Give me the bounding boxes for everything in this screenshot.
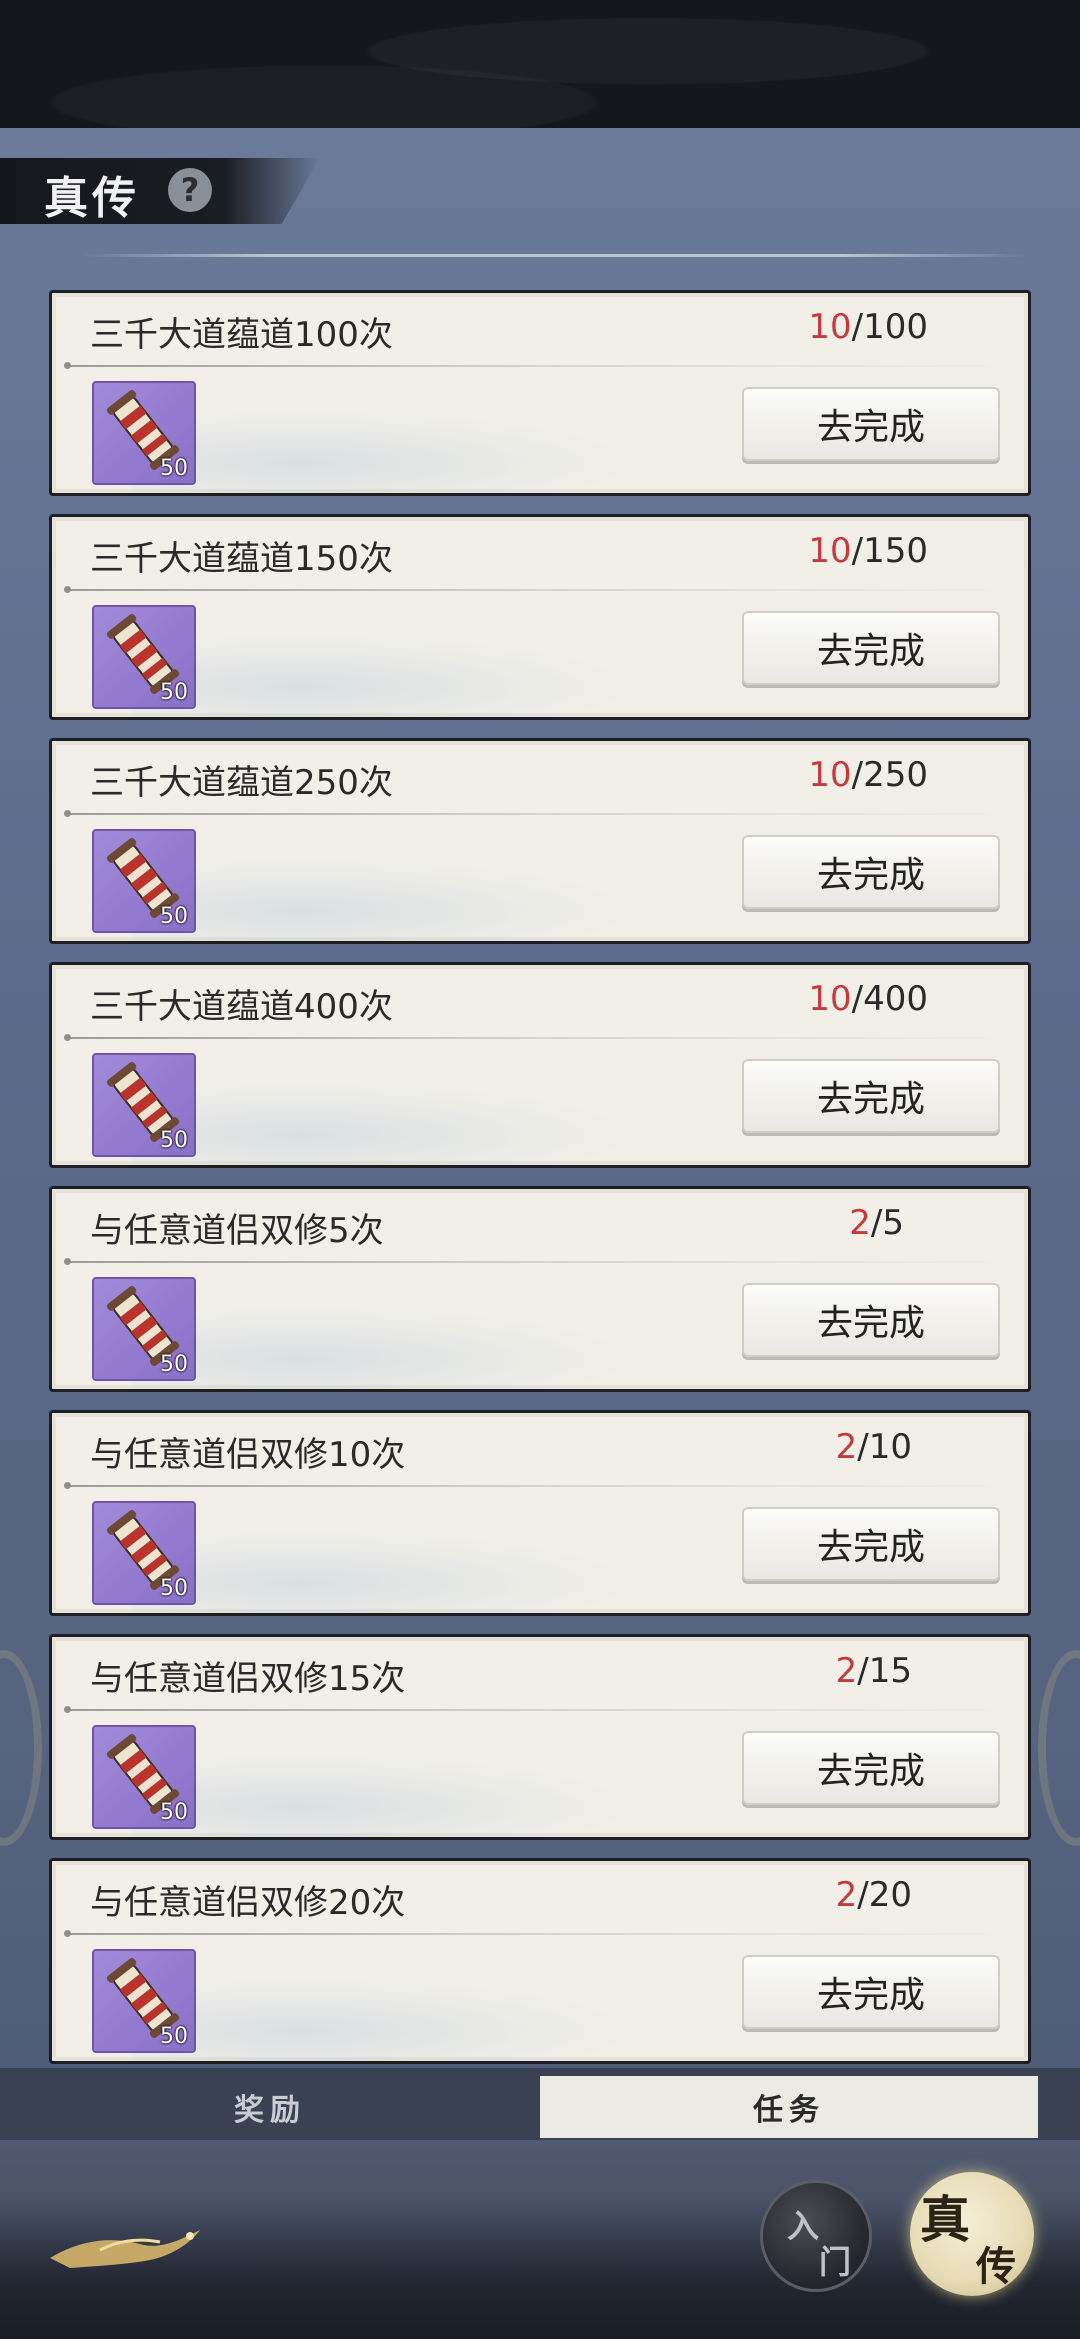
go-complete-button[interactable]: 去完成 bbox=[742, 1059, 1000, 1133]
item-count: 50 bbox=[160, 680, 188, 705]
card-divider bbox=[64, 1482, 1016, 1489]
page-title: 真传 bbox=[44, 173, 140, 224]
reward-item[interactable]: 50 bbox=[92, 829, 196, 933]
progress-total: /100 bbox=[851, 307, 928, 347]
progress-total: /400 bbox=[851, 979, 928, 1019]
task-title: 与任意道侣双修15次 bbox=[90, 1659, 406, 1699]
card-divider bbox=[64, 1258, 1016, 1265]
reward-item[interactable]: 50 bbox=[92, 1277, 196, 1381]
item-count: 50 bbox=[160, 456, 188, 481]
task-progress: 2/20 bbox=[836, 1875, 912, 1915]
reward-item[interactable]: 50 bbox=[92, 1949, 196, 2053]
task-progress: 10/100 bbox=[808, 307, 928, 347]
item-count: 50 bbox=[160, 1128, 188, 1153]
task-card: 与任意道侣双修5次 2/5 50 去完成 bbox=[49, 1186, 1031, 1392]
golden-dragon-icon bbox=[50, 2230, 200, 2268]
item-count: 50 bbox=[160, 1576, 188, 1601]
progress-current: 10 bbox=[808, 531, 852, 571]
progress-current: 10 bbox=[808, 307, 852, 347]
reward-item[interactable]: 50 bbox=[92, 605, 196, 709]
task-card: 三千大道蕴道150次 10/150 50 去完成 bbox=[49, 514, 1031, 720]
task-progress: 2/15 bbox=[836, 1651, 912, 1691]
task-list[interactable]: 三千大道蕴道100次 10/100 50 去完成 三千大道蕴道150次 10/1… bbox=[49, 290, 1031, 2070]
tab-tasks[interactable]: 任务 bbox=[540, 2076, 1038, 2138]
progress-current: 2 bbox=[835, 1875, 858, 1915]
reward-item[interactable]: 50 bbox=[92, 1053, 196, 1157]
task-title: 三千大道蕴道400次 bbox=[90, 987, 393, 1027]
task-card: 三千大道蕴道400次 10/400 50 去完成 bbox=[49, 962, 1031, 1168]
reward-item[interactable]: 50 bbox=[92, 1501, 196, 1605]
card-divider bbox=[64, 1930, 1016, 1937]
card-divider bbox=[64, 362, 1016, 369]
item-count: 50 bbox=[160, 904, 188, 929]
progress-current: 2 bbox=[835, 1651, 858, 1691]
reward-item[interactable]: 50 bbox=[92, 1725, 196, 1829]
zhenchuan-char-1: 真 bbox=[920, 2190, 970, 2249]
task-card: 与任意道侣双修15次 2/15 50 去完成 bbox=[49, 1634, 1031, 1840]
task-progress: 2/10 bbox=[836, 1427, 912, 1467]
task-progress: 10/150 bbox=[808, 531, 928, 571]
progress-total: /5 bbox=[870, 1203, 904, 1243]
top-bar bbox=[0, 0, 1080, 128]
go-complete-button[interactable]: 去完成 bbox=[742, 1955, 1000, 2029]
go-complete-button[interactable]: 去完成 bbox=[742, 1507, 1000, 1581]
tab-bar: 奖励 任务 bbox=[0, 2068, 1080, 2140]
task-title: 三千大道蕴道150次 bbox=[90, 539, 393, 579]
card-divider bbox=[64, 586, 1016, 593]
progress-current: 2 bbox=[835, 1427, 858, 1467]
progress-current: 10 bbox=[808, 755, 852, 795]
help-icon[interactable]: ? bbox=[168, 168, 212, 212]
go-complete-button[interactable]: 去完成 bbox=[742, 835, 1000, 909]
task-progress: 10/400 bbox=[808, 979, 928, 1019]
zhenchuan-button[interactable]: 真 传 bbox=[910, 2172, 1034, 2296]
task-card: 与任意道侣双修10次 2/10 50 去完成 bbox=[49, 1410, 1031, 1616]
task-card: 三千大道蕴道250次 10/250 50 去完成 bbox=[49, 738, 1031, 944]
task-title: 与任意道侣双修5次 bbox=[90, 1211, 384, 1251]
header-divider bbox=[80, 254, 1030, 257]
task-card: 三千大道蕴道100次 10/100 50 去完成 bbox=[49, 290, 1031, 496]
task-title: 与任意道侣双修20次 bbox=[90, 1883, 406, 1923]
task-title: 与任意道侣双修10次 bbox=[90, 1435, 406, 1475]
card-divider bbox=[64, 810, 1016, 817]
go-complete-button[interactable]: 去完成 bbox=[742, 1731, 1000, 1805]
progress-total: /150 bbox=[851, 531, 928, 571]
progress-total: /20 bbox=[857, 1875, 912, 1915]
progress-total: /250 bbox=[851, 755, 928, 795]
go-complete-button[interactable]: 去完成 bbox=[742, 611, 1000, 685]
go-complete-button[interactable]: 去完成 bbox=[742, 1283, 1000, 1357]
card-divider bbox=[64, 1034, 1016, 1041]
progress-current: 2 bbox=[849, 1203, 871, 1243]
card-divider bbox=[64, 1706, 1016, 1713]
progress-total: /15 bbox=[857, 1651, 912, 1691]
rumen-char-1: 入 bbox=[787, 2207, 820, 2245]
zhenchuan-char-2: 传 bbox=[976, 2243, 1016, 2290]
task-title: 三千大道蕴道100次 bbox=[90, 315, 393, 355]
go-complete-button[interactable]: 去完成 bbox=[742, 387, 1000, 461]
task-progress: 10/250 bbox=[808, 755, 928, 795]
task-progress: 2/5 bbox=[849, 1203, 904, 1243]
item-count: 50 bbox=[160, 2024, 188, 2049]
item-count: 50 bbox=[160, 1352, 188, 1377]
task-card: 与任意道侣双修20次 2/20 50 去完成 bbox=[49, 1858, 1031, 2064]
tab-rewards[interactable]: 奖励 bbox=[0, 2076, 540, 2138]
progress-current: 10 bbox=[808, 979, 852, 1019]
progress-total: /10 bbox=[857, 1427, 912, 1467]
task-title: 三千大道蕴道250次 bbox=[90, 763, 393, 803]
rumen-char-2: 门 bbox=[819, 2243, 852, 2281]
item-count: 50 bbox=[160, 1800, 188, 1825]
rumen-button[interactable]: 入 门 bbox=[760, 2180, 872, 2292]
reward-item[interactable]: 50 bbox=[92, 381, 196, 485]
